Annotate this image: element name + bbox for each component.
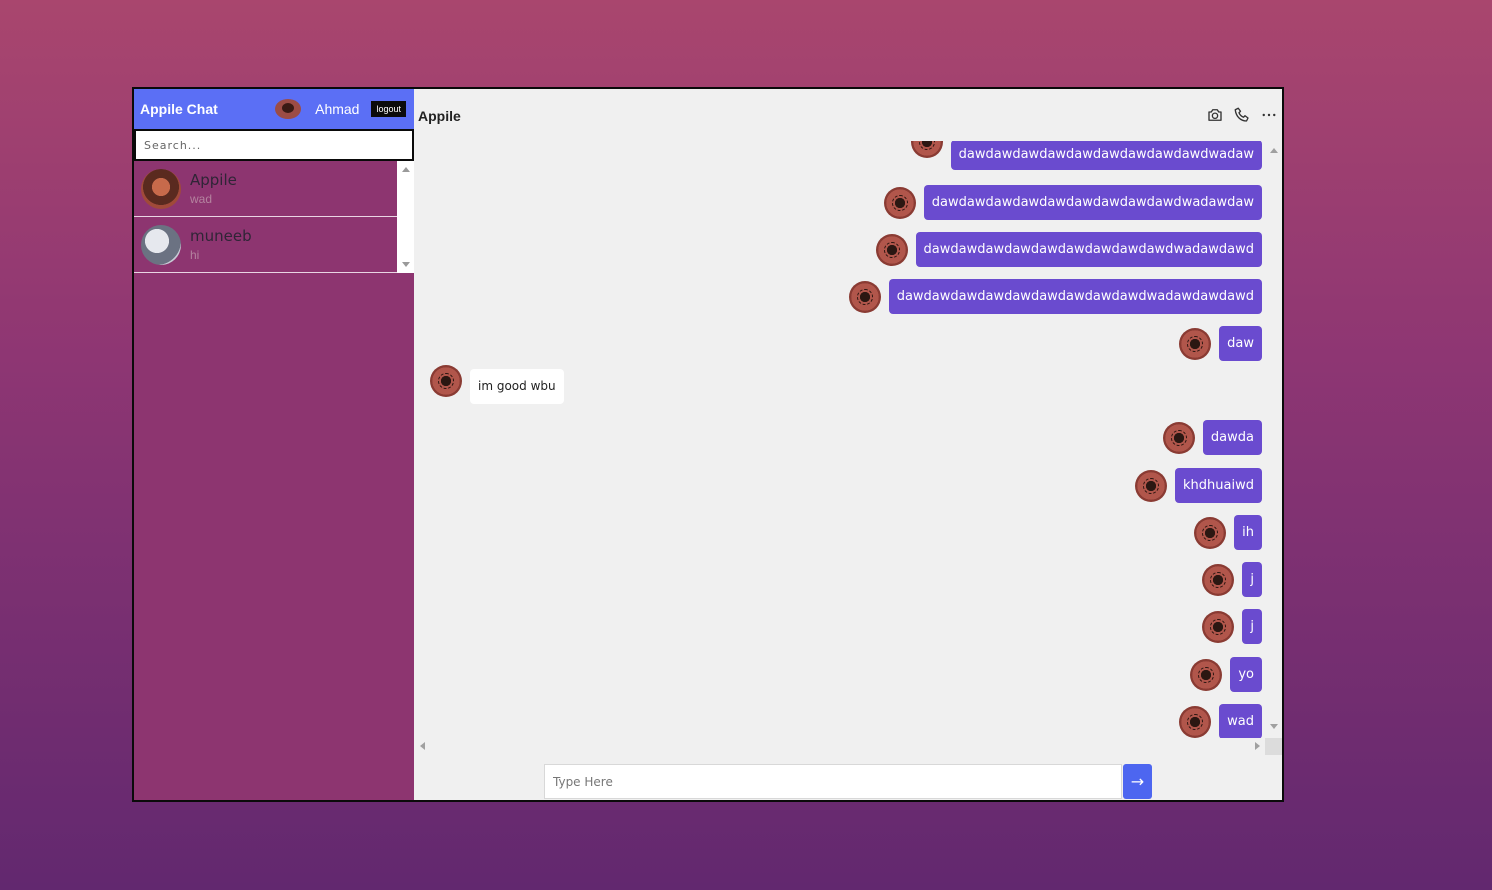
- message-outgoing: dawda: [1162, 420, 1262, 455]
- sender-avatar: [910, 141, 943, 158]
- sender-avatar: [1202, 563, 1235, 596]
- message-bubble: dawda: [1202, 420, 1262, 455]
- message-incoming: im good wbu: [430, 364, 564, 404]
- sender-avatar: [430, 364, 462, 397]
- brand-title: Appile Chat: [140, 101, 218, 117]
- message-outgoing: ih: [1194, 515, 1262, 550]
- sender-avatar: [1179, 327, 1212, 360]
- contact-name: muneeb: [190, 227, 252, 245]
- search-box: [134, 129, 414, 161]
- camera-icon[interactable]: [1206, 106, 1224, 124]
- sidebar-header: Appile Chat Ahmad logout: [134, 89, 414, 129]
- message-bubble: dawdawdawdawdawdawdawdawdawdwadaw: [950, 141, 1262, 170]
- contact-info: Appile wad: [190, 171, 237, 206]
- message-outgoing: dawdawdawdawdawdawdawdawdawdwadawdawdawd: [848, 279, 1262, 314]
- message-composer: →: [544, 764, 1152, 799]
- send-button[interactable]: →: [1123, 764, 1152, 799]
- message-bubble: j: [1242, 562, 1262, 597]
- message-outgoing: yo: [1190, 657, 1262, 692]
- sender-avatar: [1179, 705, 1212, 738]
- message-bubble: wad: [1219, 704, 1262, 738]
- message-list: dawdawdawdawdawdawdawdawdawdwadaw dawdaw…: [414, 141, 1266, 738]
- scroll-left-arrow-icon[interactable]: [420, 742, 425, 750]
- sender-avatar: [1162, 421, 1195, 454]
- contact-info: muneeb hi: [190, 227, 252, 262]
- chat-panel: Appile dawdawdawdawdawdawdawdawdawdwadaw…: [414, 89, 1282, 800]
- message-bubble: dawdawdawdawdawdawdawdawdawdwadawdaw: [923, 185, 1262, 220]
- message-outgoing: dawdawdawdawdawdawdawdawdawdwadaw: [910, 141, 1262, 170]
- chat-header: Appile: [414, 89, 1282, 141]
- sender-avatar: [883, 186, 916, 219]
- scroll-up-arrow-icon[interactable]: [1270, 148, 1278, 153]
- message-outgoing: dawdawdawdawdawdawdawdawdawdwadawdawd: [875, 232, 1262, 267]
- search-input[interactable]: [136, 138, 412, 152]
- contact-name: Appile: [190, 171, 237, 189]
- message-list-scrollbar[interactable]: [1265, 141, 1282, 738]
- contact-item-appile[interactable]: Appile wad: [134, 161, 397, 217]
- message-bubble: khdhuaiwd: [1175, 468, 1262, 503]
- chat-title: Appile: [418, 108, 461, 124]
- scroll-up-arrow-icon[interactable]: [402, 167, 410, 172]
- contact-list-scrollbar[interactable]: [397, 161, 414, 273]
- contact-avatar: [141, 168, 181, 209]
- sender-avatar: [848, 280, 881, 313]
- scroll-right-arrow-icon[interactable]: [1255, 742, 1260, 750]
- message-list-horizontal-scrollbar[interactable]: [414, 738, 1266, 755]
- message-input[interactable]: [544, 764, 1122, 799]
- message-outgoing: khdhuaiwd: [1135, 468, 1262, 503]
- contact-last-message: hi: [190, 248, 200, 262]
- message-bubble: ih: [1234, 515, 1262, 550]
- scroll-down-arrow-icon[interactable]: [402, 262, 410, 267]
- chat-app-window: Appile Chat Ahmad logout Appile wad mune…: [132, 87, 1284, 802]
- logout-button[interactable]: logout: [371, 101, 406, 117]
- sender-avatar: [1190, 658, 1223, 691]
- message-bubble: yo: [1230, 657, 1262, 692]
- sender-avatar: [1194, 516, 1227, 549]
- scroll-down-arrow-icon[interactable]: [1270, 724, 1278, 729]
- current-user-name: Ahmad: [315, 101, 360, 117]
- message-bubble: daw: [1219, 326, 1262, 361]
- message-bubble: dawdawdawdawdawdawdawdawdawdwadawdawd: [915, 232, 1262, 267]
- sender-avatar: [875, 233, 908, 266]
- message-bubble: im good wbu: [470, 369, 564, 404]
- sidebar: Appile Chat Ahmad logout Appile wad mune…: [134, 89, 414, 800]
- message-outgoing: j: [1202, 609, 1262, 644]
- message-bubble: dawdawdawdawdawdawdawdawdawdwadawdawdawd: [888, 279, 1262, 314]
- contact-last-message: wad: [190, 192, 213, 206]
- phone-icon[interactable]: [1233, 106, 1251, 124]
- message-outgoing: wad: [1179, 704, 1262, 738]
- message-bubble: j: [1242, 609, 1262, 644]
- message-outgoing: daw: [1179, 326, 1262, 361]
- sender-avatar: [1202, 610, 1235, 643]
- contact-item-muneeb[interactable]: muneeb hi: [134, 217, 397, 273]
- message-outgoing: dawdawdawdawdawdawdawdawdawdwadawdaw: [883, 185, 1262, 220]
- more-horizontal-icon[interactable]: [1260, 106, 1278, 124]
- message-outgoing: j: [1202, 562, 1262, 597]
- current-user-avatar: [275, 99, 302, 119]
- sender-avatar: [1135, 469, 1168, 502]
- contact-avatar: [141, 224, 181, 265]
- contact-list: Appile wad muneeb hi: [134, 161, 414, 273]
- scrollbar-corner: [1265, 738, 1282, 755]
